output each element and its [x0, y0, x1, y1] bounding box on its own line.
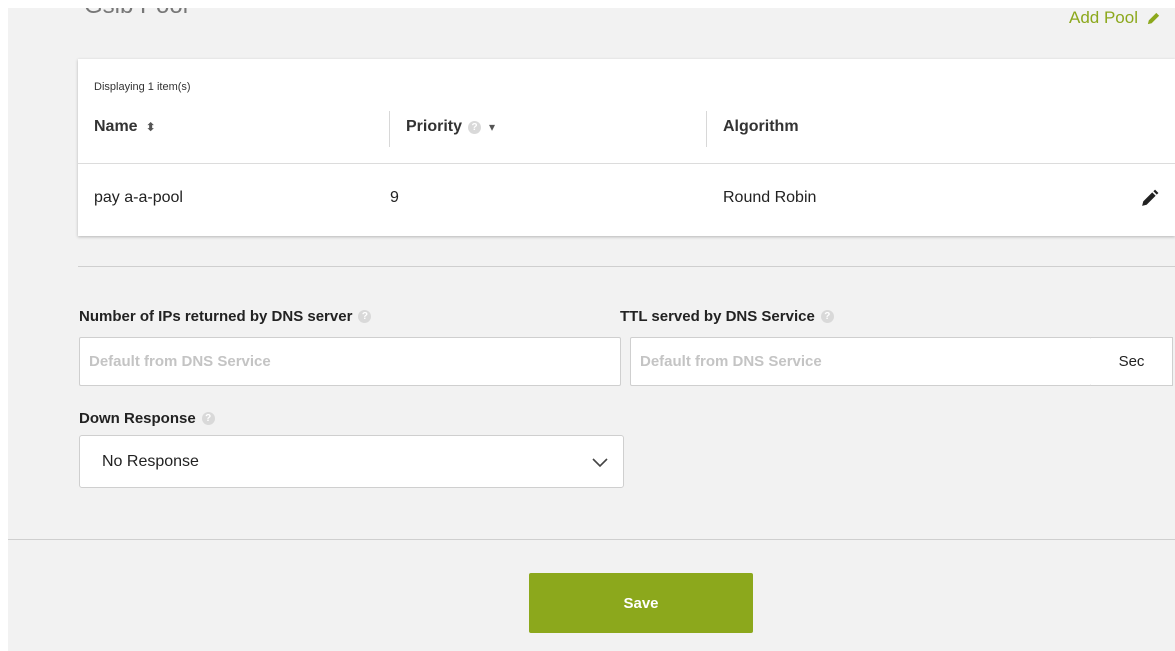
column-header-priority[interactable]: Priority ? ▾	[406, 109, 495, 145]
cell-name: pay a-a-pool	[94, 189, 183, 206]
pools-table: Displaying 1 item(s) Name ⬍ Priority ? ▾…	[78, 59, 1175, 236]
help-icon[interactable]: ?	[820, 310, 834, 323]
column-divider	[389, 111, 390, 147]
chevron-down-icon	[592, 458, 608, 468]
column-header-label: Priority	[406, 118, 463, 135]
sort-desc-icon[interactable]: ▾	[489, 120, 495, 134]
ttl-input[interactable]	[630, 337, 1092, 386]
help-icon[interactable]: ?	[468, 120, 482, 134]
help-icon[interactable]: ?	[358, 310, 372, 323]
column-header-label: Algorithm	[723, 118, 799, 135]
down-response-select[interactable]: No Response	[79, 435, 624, 488]
column-header-algorithm: Algorithm	[723, 109, 799, 145]
edit-pencil-icon[interactable]	[1141, 189, 1159, 207]
ttl-unit-addon: Sec	[1091, 337, 1173, 386]
down-response-value: No Response	[102, 452, 199, 470]
help-icon[interactable]: ?	[201, 412, 215, 425]
num-ips-label: Number of IPs returned by DNS server ?	[79, 308, 372, 325]
cell-algorithm: Round Robin	[723, 189, 817, 206]
page: Gslb Pool Add Pool Displaying 1 item(s) …	[8, 8, 1175, 651]
down-response-label: Down Response ?	[79, 410, 215, 427]
section-divider	[78, 266, 1175, 267]
add-pool-link[interactable]: Add Pool	[1069, 8, 1161, 28]
ttl-label: TTL served by DNS Service ?	[620, 308, 834, 325]
down-response-label-text: Down Response	[79, 410, 196, 427]
footer-divider	[8, 539, 1175, 540]
column-header-label: Name	[94, 118, 138, 135]
num-ips-label-text: Number of IPs returned by DNS server	[79, 308, 353, 325]
column-header-name[interactable]: Name ⬍	[94, 109, 156, 145]
num-ips-input[interactable]	[79, 337, 621, 386]
section-title: Gslb Pool	[84, 8, 188, 20]
sort-both-icon[interactable]: ⬍	[146, 120, 156, 134]
row-divider	[78, 163, 1175, 164]
ttl-label-text: TTL served by DNS Service	[620, 308, 815, 325]
display-count: Displaying 1 item(s)	[94, 81, 191, 93]
save-button[interactable]: Save	[529, 573, 753, 633]
pencil-icon	[1147, 12, 1160, 24]
column-divider	[706, 111, 707, 147]
cell-priority: 9	[390, 189, 399, 206]
add-pool-label: Add Pool	[1069, 8, 1138, 27]
